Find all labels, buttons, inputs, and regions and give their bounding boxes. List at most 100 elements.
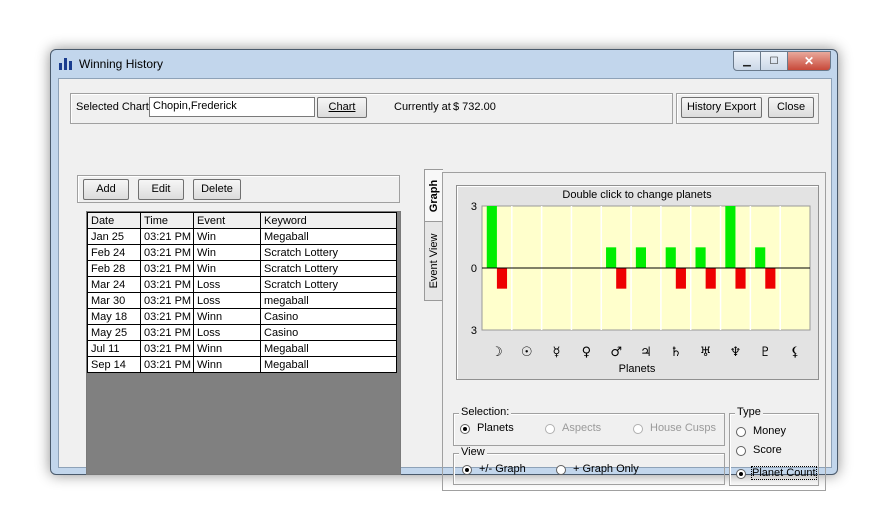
table-cell: Mar 30 [87, 292, 141, 309]
table-cell: 03:21 PM [140, 260, 194, 277]
table-row[interactable]: Jan 25 03:21 PM Win Megaball [87, 228, 397, 245]
table-cell: Win [193, 260, 261, 277]
money-radio[interactable] [736, 427, 746, 437]
table-row[interactable]: Mar 30 03:21 PM Loss megaball [87, 292, 397, 309]
table-cell: Casino [260, 308, 397, 325]
x-axis-label: Planets [619, 363, 656, 375]
negative-bar [616, 268, 627, 289]
client-area: Selected Chart Chopin,Frederick Chart Cu… [58, 78, 832, 491]
y-tick-label: 3 [471, 201, 477, 213]
planets-radio[interactable] [460, 424, 470, 434]
score-radio[interactable] [736, 446, 746, 456]
edit-button[interactable]: Edit [138, 179, 184, 200]
planet-count-radio[interactable] [736, 469, 746, 479]
chart-button[interactable]: Chart [317, 97, 367, 118]
table-cell: Casino [260, 324, 397, 341]
positive-bar [725, 206, 736, 268]
table-cell: 03:21 PM [140, 308, 194, 325]
column-header[interactable]: Keyword [260, 212, 397, 229]
positive-bar [695, 247, 706, 268]
table-row[interactable]: Feb 24 03:21 PM Win Scratch Lottery [87, 244, 397, 261]
planet-symbol-label: ♂ [610, 345, 622, 360]
positive-bar [486, 206, 497, 268]
selection-group-title: Selection: [459, 406, 512, 418]
close-button[interactable]: Close [768, 97, 814, 118]
table-row[interactable]: Feb 28 03:21 PM Win Scratch Lottery [87, 260, 397, 277]
minimize-button[interactable]: ▁ [733, 51, 761, 71]
table-cell: Winn [193, 308, 261, 325]
table-cell: Scratch Lottery [260, 276, 397, 293]
table-cell: 03:21 PM [140, 324, 194, 341]
table-cell: Megaball [260, 356, 397, 373]
selected-chart-label: Selected Chart [76, 101, 149, 113]
planet-symbol-label: ☿ [553, 345, 561, 360]
table-row[interactable]: May 18 03:21 PM Winn Casino [87, 308, 397, 325]
window-title: Winning History [79, 57, 164, 71]
table-cell: Winn [193, 356, 261, 373]
add-button[interactable]: Add [83, 179, 129, 200]
table-cell: megaball [260, 292, 397, 309]
planet-symbol-label: ♇ [759, 345, 771, 360]
table-cell: 03:21 PM [140, 228, 194, 245]
maximize-button[interactable]: ☐ [760, 51, 788, 71]
table-row[interactable]: Jul 11 03:21 PM Winn Megaball [87, 340, 397, 357]
plus-minus-graph-label: +/- Graph [479, 463, 526, 475]
column-header[interactable]: Date [87, 212, 141, 229]
chart-title: Double click to change planets [562, 189, 712, 201]
planet-chart: Double click to change planets 3 0 3 ☽ ☉ ☿ ♀ ♂ ♃ ♄… [471, 189, 811, 375]
table-cell: Loss [193, 324, 261, 341]
table-cell: Mar 24 [87, 276, 141, 293]
house-cusps-radio[interactable] [633, 424, 643, 434]
table-cell: 03:21 PM [140, 244, 194, 261]
delete-button[interactable]: Delete [193, 179, 241, 200]
table-cell: Scratch Lottery [260, 260, 397, 277]
history-export-button[interactable]: History Export [681, 97, 762, 118]
table-cell: Jul 11 [87, 340, 141, 357]
tab-graph[interactable]: Graph [424, 169, 443, 223]
table-cell: Feb 24 [87, 244, 141, 261]
positive-bar [755, 247, 766, 268]
tab-event-view[interactable]: Event View [424, 221, 443, 301]
currently-value: $ 732.00 [453, 101, 496, 113]
table-row[interactable]: Sep 14 03:21 PM Winn Megaball [87, 356, 397, 373]
table-row[interactable]: Mar 24 03:21 PM Loss Scratch Lottery [87, 276, 397, 293]
planet-chart-panel[interactable]: Double click to change planets 3 0 3 ☽ ☉ ☿ ♀ ♂ ♃ ♄… [456, 185, 819, 380]
table-cell: Loss [193, 276, 261, 293]
table-cell: 03:21 PM [140, 356, 194, 373]
score-radio-label: Score [753, 444, 782, 456]
table-cell: Megaball [260, 340, 397, 357]
selected-chart-field[interactable]: Chopin,Frederick [149, 97, 315, 117]
column-header[interactable]: Time [140, 212, 194, 229]
planet-symbol-label: ♀ [582, 345, 592, 360]
table-cell: Sep 14 [87, 356, 141, 373]
positive-bar [635, 247, 646, 268]
table-cell: Feb 28 [87, 260, 141, 277]
planet-symbol-label: ♆ [730, 345, 742, 360]
history-table: Date Time Event Keyword Jan 25 03:21 PM Win Me… [87, 212, 397, 373]
tab-graph-label: Graph [428, 179, 440, 213]
close-window-button[interactable]: ✕ [787, 51, 831, 71]
aspects-radio[interactable] [545, 424, 555, 434]
planet-symbol-label: ☽ [491, 345, 503, 360]
table-cell: Megaball [260, 228, 397, 245]
table-cell: May 25 [87, 324, 141, 341]
table-cell: 03:21 PM [140, 292, 194, 309]
plus-graph-only-radio[interactable] [556, 465, 566, 475]
table-row[interactable]: May 25 03:21 PM Loss Casino [87, 324, 397, 341]
plus-minus-graph-radio[interactable] [462, 465, 472, 475]
positive-bar [665, 247, 676, 268]
y-tick-label: 0 [471, 263, 477, 275]
table-cell: 03:21 PM [140, 276, 194, 293]
planet-symbol-label: ☉ [521, 345, 533, 360]
house-cusps-radio-label: House Cusps [650, 422, 717, 434]
table-cell: Win [193, 228, 261, 245]
history-table-area[interactable]: Date Time Event Keyword Jan 25 03:21 PM Win Me… [86, 211, 401, 475]
winning-history-window: Winning History ▁ ☐ ✕ Selected Chart Cho… [50, 49, 838, 491]
column-header[interactable]: Event [193, 212, 261, 229]
table-cell: Win [193, 244, 261, 261]
tab-event-view-label: Event View [428, 233, 440, 289]
type-group-title: Type [735, 406, 763, 418]
bar-chart-app-icon [59, 58, 73, 70]
title-bar[interactable]: Winning History ▁ ☐ ✕ [51, 50, 837, 78]
table-cell: 03:21 PM [140, 340, 194, 357]
